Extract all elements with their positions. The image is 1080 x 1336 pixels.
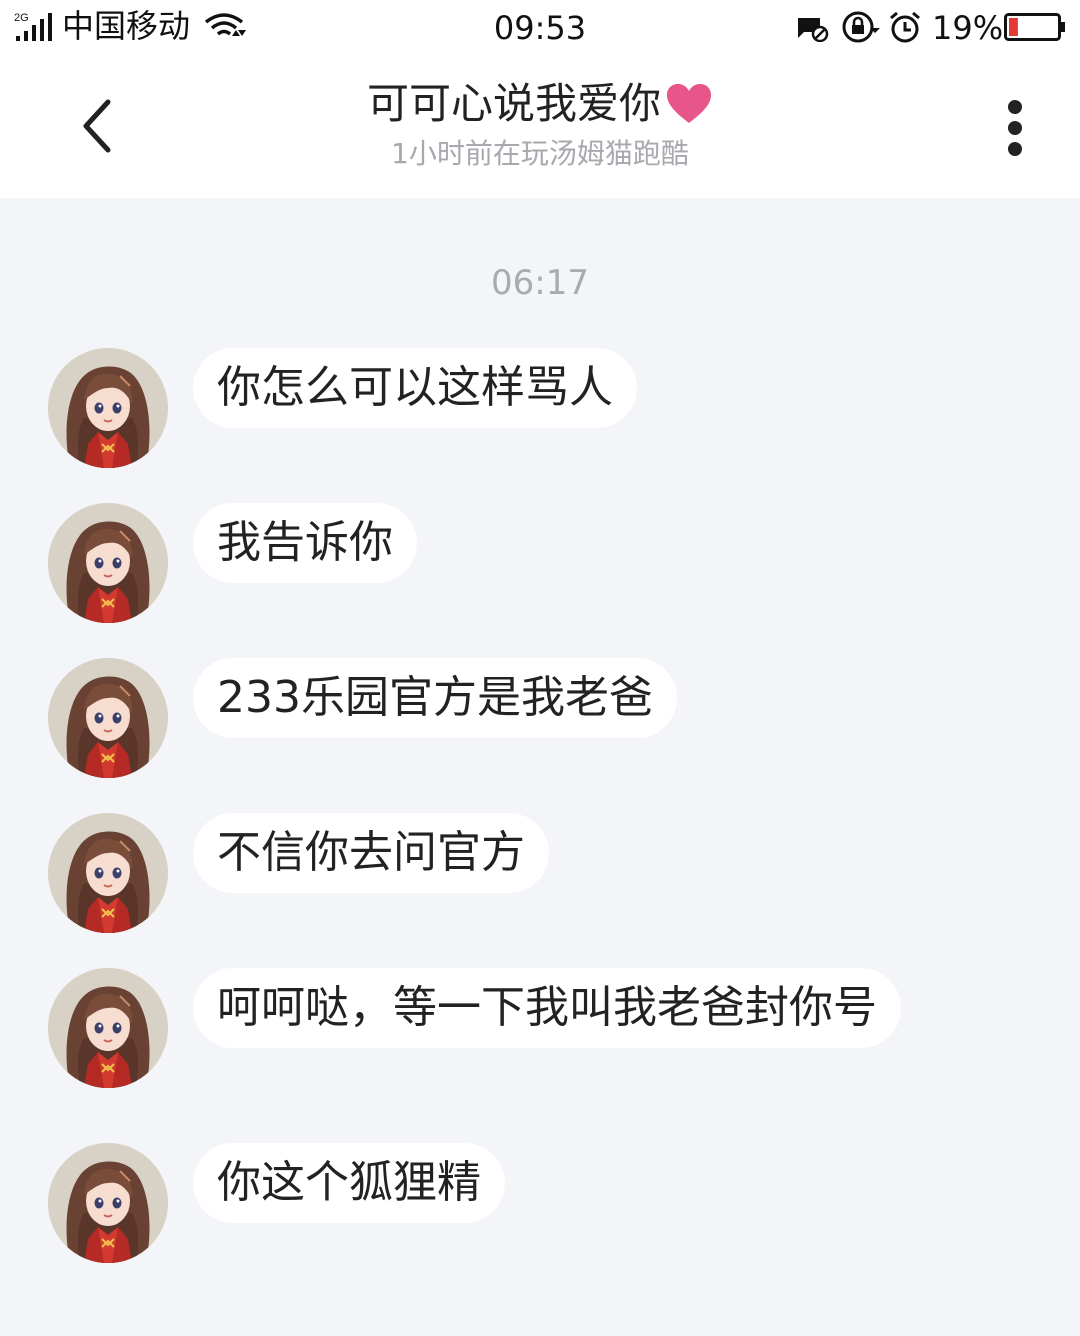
message-bubble[interactable]: 233乐园官方是我老爸 [193,658,677,738]
avatar-illustration [48,813,168,933]
contact-status: 1小时前在玩汤姆猫跑酷 [391,137,689,170]
message-blocked-icon [798,18,829,42]
avatar[interactable] [48,658,168,778]
message-bubble[interactable]: 不信你去问官方 [193,813,549,893]
battery-percent: 19% [932,9,1004,47]
header-title-block: 可可心说我爱你 1小时前在玩汤姆猫跑酷 [0,76,1080,174]
avatar-illustration [48,1143,168,1263]
heart-icon [667,84,711,123]
avatar[interactable] [48,813,168,933]
message-bubble[interactable]: 我告诉你 [193,503,417,583]
battery-icon [1004,13,1065,41]
battery-level-fill [1009,18,1018,36]
message-bubble[interactable]: 你怎么可以这样骂人 [193,348,637,428]
avatar-illustration [48,348,168,468]
avatar[interactable] [48,348,168,468]
more-options-button[interactable] [990,94,1040,162]
avatar-illustration [48,503,168,623]
status-bar: 2G 中国移动 09:53 19% [0,0,1080,58]
avatar-illustration [48,968,168,1088]
avatar-illustration [48,658,168,778]
contact-name: 可可心说我爱你 [366,79,661,128]
avatar[interactable] [48,968,168,1088]
message-bubble[interactable]: 你这个狐狸精 [193,1143,505,1223]
chat-message-list[interactable]: 06:17 你怎么可以这样骂人 我告诉你 233乐园官方是我老爸 不信你去问官方… [0,198,1080,1336]
rotation-lock-icon [842,11,880,43]
alarm-icon [890,11,920,43]
chat-header: 可可心说我爱你 1小时前在玩汤姆猫跑酷 [0,58,1080,198]
message-bubble[interactable]: 呵呵哒，等一下我叫我老爸封你号 [193,968,901,1048]
page-title[interactable]: 可可心说我爱你 [367,76,713,132]
avatar[interactable] [48,503,168,623]
avatar[interactable] [48,1143,168,1263]
message-timestamp: 06:17 [491,263,589,303]
